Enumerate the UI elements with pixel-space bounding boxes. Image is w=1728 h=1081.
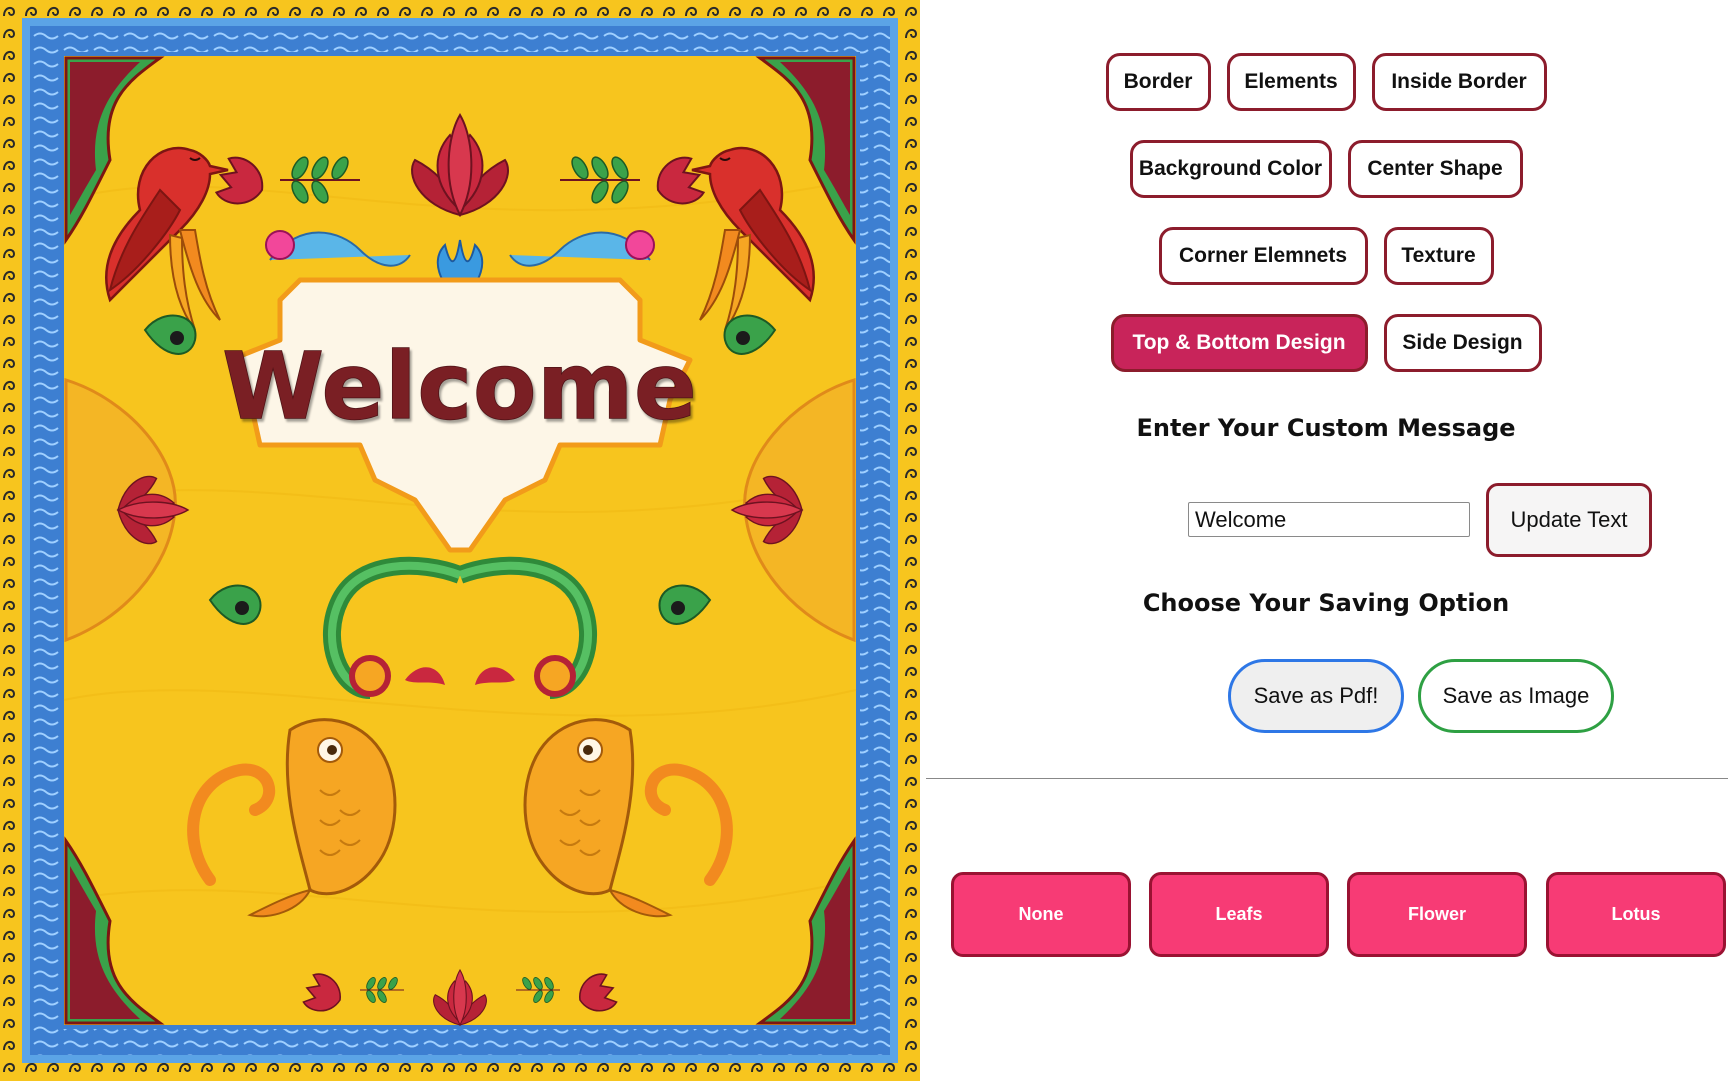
- border-button[interactable]: Border: [1105, 53, 1211, 111]
- elements-button[interactable]: Elements: [1226, 53, 1356, 111]
- option-row-1: Border Elements Inside Border: [924, 53, 1728, 111]
- option-row-2: Background Color Center Shape: [924, 140, 1728, 198]
- custom-message-heading: Enter Your Custom Message: [1136, 414, 1516, 442]
- design-option-leafs[interactable]: Leafs: [1149, 872, 1329, 957]
- custom-message-input[interactable]: [1188, 502, 1470, 537]
- save-as-image-button[interactable]: Save as Image: [1418, 659, 1614, 733]
- inside-border-button[interactable]: Inside Border: [1371, 53, 1547, 111]
- card-artwork: Welcome: [0, 0, 920, 1081]
- corner-elements-button[interactable]: Corner Elemnets: [1158, 227, 1368, 285]
- design-option-lotus[interactable]: Lotus: [1546, 872, 1726, 957]
- texture-button[interactable]: Texture: [1383, 227, 1494, 285]
- divider: [926, 778, 1728, 779]
- save-as-pdf-button[interactable]: Save as Pdf!: [1228, 659, 1404, 733]
- background-color-button[interactable]: Background Color: [1129, 140, 1332, 198]
- center-shape-button[interactable]: Center Shape: [1347, 140, 1523, 198]
- top-bottom-design-button[interactable]: Top & Bottom Design: [1110, 314, 1368, 372]
- greeting-card-canvas: Welcome: [0, 0, 920, 1081]
- update-text-button[interactable]: Update Text: [1486, 483, 1652, 557]
- card-message: Welcome: [222, 333, 697, 440]
- design-option-none[interactable]: None: [951, 872, 1131, 957]
- design-option-flower[interactable]: Flower: [1347, 872, 1527, 957]
- saving-option-heading: Choose Your Saving Option: [1142, 589, 1510, 617]
- side-design-button[interactable]: Side Design: [1383, 314, 1542, 372]
- option-row-3: Corner Elemnets Texture: [924, 227, 1728, 285]
- option-row-4: Top & Bottom Design Side Design: [924, 314, 1728, 372]
- control-panel: Border Elements Inside Border Background…: [924, 0, 1728, 1081]
